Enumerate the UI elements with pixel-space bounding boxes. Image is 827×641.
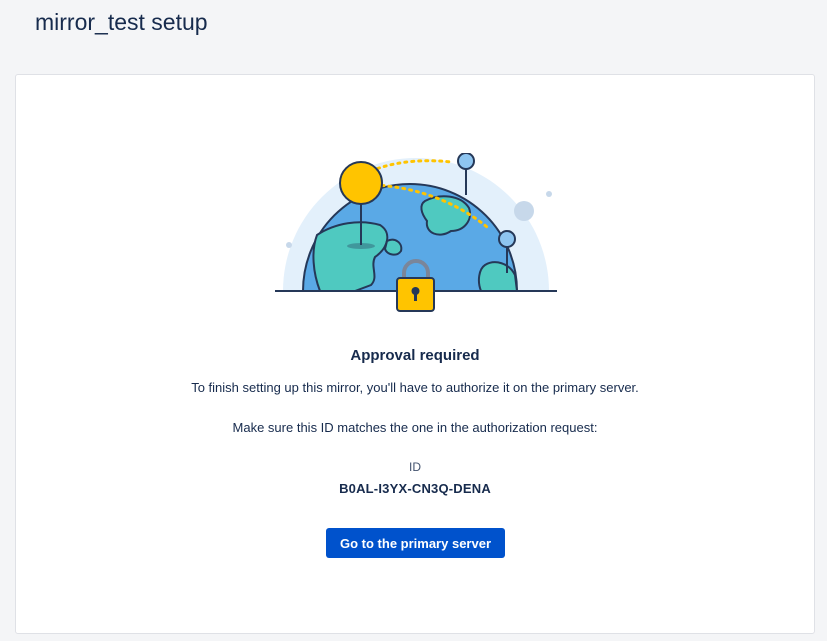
approval-card: Approval required To finish setting up t… xyxy=(15,74,815,634)
go-to-primary-server-button[interactable]: Go to the primary server xyxy=(326,528,505,558)
id-instruction: Make sure this ID matches the one in the… xyxy=(232,420,598,435)
id-value: B0AL-I3YX-CN3Q-DENA xyxy=(339,481,491,496)
page-title: mirror_test setup xyxy=(35,9,208,35)
approval-heading: Approval required xyxy=(350,347,480,364)
approval-description: To finish setting up this mirror, you'll… xyxy=(191,380,639,395)
id-label: ID xyxy=(409,460,421,474)
globe-lock-illustration xyxy=(275,153,557,312)
